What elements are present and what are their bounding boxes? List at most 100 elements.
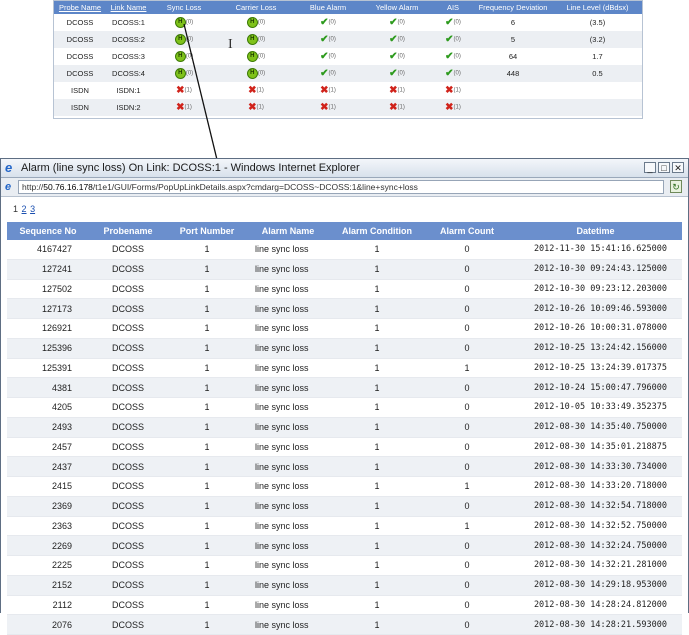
address-host: 50.76.16.178 — [43, 182, 93, 192]
cell-name: line sync loss — [247, 377, 329, 398]
cell-dt: 2012-10-30 09:23:12.203000 — [509, 279, 682, 300]
cell-count: 0 — [425, 338, 509, 359]
cell-count: 0 — [425, 535, 509, 556]
cell-seq: 2363 — [7, 516, 89, 537]
cell-probe: DCOSS — [89, 259, 167, 280]
pager-current: 1 — [13, 204, 19, 214]
cell-seq: 2493 — [7, 417, 89, 438]
cell-seq: 2269 — [7, 535, 89, 556]
table-row: 2437 DCOSS 1 line sync loss 1 0 2012-08-30 14:… — [7, 456, 682, 477]
cell-seq: 2152 — [7, 575, 89, 596]
cell-dt: 2012-08-30 14:32:52.750000 — [509, 516, 682, 537]
cell-dt: 2012-08-30 14:32:54.718000 — [509, 496, 682, 517]
cell-probe: DCOSS — [89, 318, 167, 339]
cell-probe: DCOSS — [89, 595, 167, 616]
popup-content: 1 2 3 Sequence No Probename Port Number … — [1, 197, 688, 635]
cell-port: 1 — [167, 595, 247, 616]
cell-cond: 1 — [329, 358, 425, 379]
cell-dt: 2012-08-30 14:35:40.750000 — [509, 417, 682, 438]
cell-probe: DCOSS — [89, 516, 167, 537]
cell-name: line sync loss — [247, 358, 329, 379]
window-titlebar[interactable]: e Alarm (line sync loss) On Link: DCOSS:… — [1, 159, 688, 178]
table-row: 125396 DCOSS 1 line sync loss 1 0 2012-10-25 1… — [7, 338, 682, 359]
cell-count: 0 — [425, 240, 509, 260]
address-path: /t1e1/GUI/Forms/PopUpLinkDetails.aspx?cm… — [92, 182, 418, 192]
alarm-grid: Sequence No Probename Port Number Alarm … — [7, 222, 682, 635]
cell-seq: 127502 — [7, 279, 89, 300]
table-row: 127241 DCOSS 1 line sync loss 1 0 2012-10-30 0… — [7, 259, 682, 280]
cell-count: 0 — [425, 279, 509, 300]
cell-name: line sync loss — [247, 496, 329, 517]
cell-port: 1 — [167, 535, 247, 556]
cell-port: 1 — [167, 456, 247, 477]
table-row: 2415 DCOSS 1 line sync loss 1 1 2012-08-30 14:… — [7, 476, 682, 497]
cell-seq: 4381 — [7, 377, 89, 398]
cell-count: 0 — [425, 259, 509, 280]
page-icon: e — [5, 181, 12, 193]
window-title: Alarm (line sync loss) On Link: DCOSS:1 … — [21, 162, 360, 174]
cell-port: 1 — [167, 397, 247, 418]
cell-count: 0 — [425, 595, 509, 616]
cell-probe: DCOSS — [89, 240, 167, 260]
cell-dt: 2012-08-30 14:32:21.281000 — [509, 555, 682, 576]
cell-count: 0 — [425, 318, 509, 339]
cell-cond: 1 — [329, 318, 425, 339]
cell-probe: DCOSS — [89, 575, 167, 596]
cell-port: 1 — [167, 555, 247, 576]
cell-dt: 2012-10-24 15:00:47.796000 — [509, 377, 682, 398]
maximize-button[interactable]: □ — [658, 162, 670, 173]
cell-name: line sync loss — [247, 279, 329, 300]
table-row: 127173 DCOSS 1 line sync loss 1 0 2012-10-26 1… — [7, 298, 682, 319]
cell-dt: 2012-10-26 10:09:46.593000 — [509, 298, 682, 319]
table-row: 2269 DCOSS 1 line sync loss 1 0 2012-08-30 14:… — [7, 535, 682, 556]
table-row: 125391 DCOSS 1 line sync loss 1 1 2012-10-25 1… — [7, 358, 682, 379]
cell-cond: 1 — [329, 437, 425, 458]
cell-port: 1 — [167, 417, 247, 438]
cell-probe: DCOSS — [89, 377, 167, 398]
cell-seq: 2225 — [7, 555, 89, 576]
cell-probe: DCOSS — [89, 456, 167, 477]
cell-dt: 2012-08-30 14:28:21.593000 — [509, 614, 682, 635]
cell-seq: 2076 — [7, 614, 89, 635]
cell-name: line sync loss — [247, 417, 329, 438]
cell-dt: 2012-10-25 13:24:42.156000 — [509, 338, 682, 359]
col-alarm-condition: Alarm Condition — [329, 222, 425, 240]
table-row: 4381 DCOSS 1 line sync loss 1 0 2012-10-24 15:… — [7, 377, 682, 398]
cell-probe: DCOSS — [89, 298, 167, 319]
table-row: 2369 DCOSS 1 line sync loss 1 0 2012-08-30 14:… — [7, 496, 682, 517]
cell-port: 1 — [167, 259, 247, 280]
cell-cond: 1 — [329, 279, 425, 300]
cell-name: line sync loss — [247, 516, 329, 537]
cell-port: 1 — [167, 575, 247, 596]
table-row: 2112 DCOSS 1 line sync loss 1 0 2012-08-30 14:… — [7, 595, 682, 616]
cell-port: 1 — [167, 358, 247, 379]
cell-cond: 1 — [329, 456, 425, 477]
cell-probe: DCOSS — [89, 417, 167, 438]
cell-count: 1 — [425, 516, 509, 537]
cell-cond: 1 — [329, 240, 425, 260]
cell-name: line sync loss — [247, 535, 329, 556]
minimize-button[interactable]: _ — [644, 162, 656, 173]
cell-cond: 1 — [329, 595, 425, 616]
cell-port: 1 — [167, 516, 247, 537]
cell-name: line sync loss — [247, 614, 329, 635]
pager-link-2[interactable]: 2 — [22, 204, 27, 214]
pager-link-3[interactable]: 3 — [30, 204, 35, 214]
cell-port: 1 — [167, 496, 247, 517]
cell-probe: DCOSS — [89, 476, 167, 497]
cell-cond: 1 — [329, 555, 425, 576]
close-button[interactable]: ✕ — [672, 162, 684, 173]
table-row: 126921 DCOSS 1 line sync loss 1 0 2012-10-26 1… — [7, 318, 682, 339]
cell-port: 1 — [167, 377, 247, 398]
cell-cond: 1 — [329, 535, 425, 556]
col-probename: Probename — [89, 222, 167, 240]
cell-seq: 2437 — [7, 456, 89, 477]
cell-seq: 125391 — [7, 358, 89, 379]
cell-seq: 127173 — [7, 298, 89, 319]
cell-count: 1 — [425, 476, 509, 497]
col-port-number: Port Number — [167, 222, 247, 240]
cell-name: line sync loss — [247, 338, 329, 359]
refresh-icon[interactable]: ↻ — [670, 180, 682, 193]
cell-port: 1 — [167, 318, 247, 339]
address-field[interactable]: http://50.76.16.178/t1e1/GUI/Forms/PopUp… — [18, 180, 664, 194]
